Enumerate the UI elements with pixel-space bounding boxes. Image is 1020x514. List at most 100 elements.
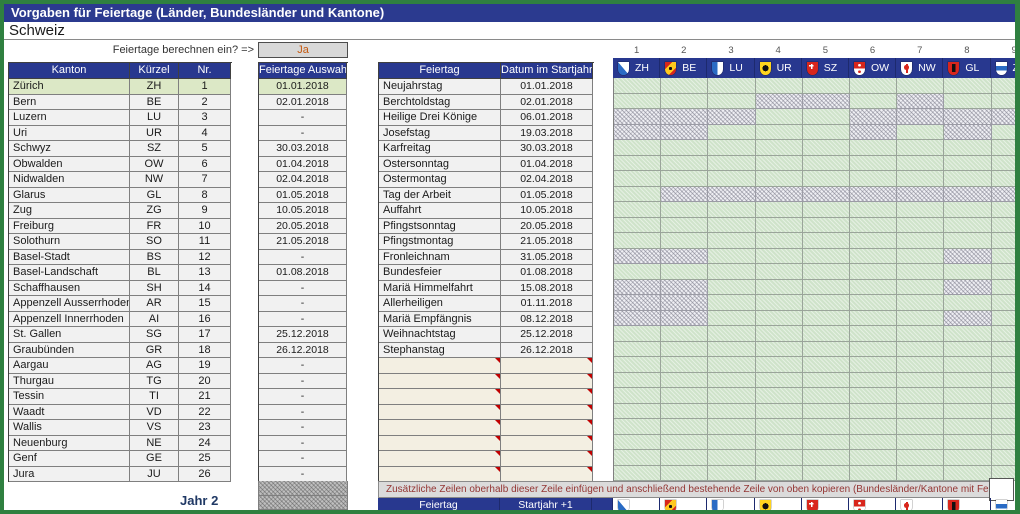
kanton-name-cell[interactable]: Glarus bbox=[9, 188, 130, 204]
grid-cell[interactable] bbox=[803, 78, 850, 94]
kanton-code-cell[interactable]: ZG bbox=[130, 203, 179, 219]
kanton-name-cell[interactable]: Jura bbox=[9, 467, 130, 483]
kanton-nr-cell[interactable]: 8 bbox=[179, 188, 231, 204]
grid-cell[interactable] bbox=[708, 202, 755, 218]
canton-header-cell-gl[interactable]: GL bbox=[943, 498, 990, 510]
grid-cell[interactable] bbox=[850, 466, 897, 482]
kanton-nr-cell[interactable]: 19 bbox=[179, 358, 231, 374]
grid-cell[interactable] bbox=[944, 466, 991, 482]
canton-header-cell-gl[interactable]: GL bbox=[943, 58, 990, 78]
feiertag-empty-name-cell[interactable] bbox=[379, 420, 501, 436]
feiertag-date-cell[interactable]: 08.12.2018 bbox=[501, 312, 593, 328]
grid-cell[interactable] bbox=[661, 156, 708, 172]
grid-cell[interactable] bbox=[850, 264, 897, 280]
grid-cell[interactable] bbox=[803, 140, 850, 156]
grid-cell[interactable] bbox=[897, 125, 944, 141]
grid-cell[interactable] bbox=[614, 78, 661, 94]
grid-cell[interactable] bbox=[850, 109, 897, 125]
grid-cell[interactable] bbox=[992, 342, 1016, 358]
grid-cell[interactable] bbox=[614, 435, 661, 451]
grid-cell[interactable] bbox=[661, 249, 708, 265]
grid-cell[interactable] bbox=[661, 233, 708, 249]
grid-cell[interactable] bbox=[944, 202, 991, 218]
auswahl-date-cell[interactable]: 30.03.2018 bbox=[259, 141, 347, 157]
feiertag-empty-date-cell[interactable] bbox=[501, 389, 593, 405]
kanton-code-cell[interactable]: LU bbox=[130, 110, 179, 126]
grid-cell[interactable] bbox=[614, 404, 661, 420]
feiertag-name-cell[interactable]: Josefstag bbox=[379, 126, 501, 142]
grid-cell[interactable] bbox=[708, 280, 755, 296]
grid-cell[interactable] bbox=[897, 171, 944, 187]
grid-cell[interactable] bbox=[756, 156, 803, 172]
kanton-code-cell[interactable]: BS bbox=[130, 250, 179, 266]
grid-cell[interactable] bbox=[992, 171, 1016, 187]
auswahl-date-cell[interactable]: 02.01.2018 bbox=[259, 95, 347, 111]
grid-cell[interactable] bbox=[850, 187, 897, 203]
grid-cell[interactable] bbox=[661, 450, 708, 466]
grid-cell[interactable] bbox=[850, 388, 897, 404]
grid-cell[interactable] bbox=[897, 404, 944, 420]
grid-cell[interactable] bbox=[992, 125, 1016, 141]
grid-cell[interactable] bbox=[992, 94, 1016, 110]
grid-cell[interactable] bbox=[756, 218, 803, 234]
grid-cell[interactable] bbox=[897, 342, 944, 358]
grid-cell[interactable] bbox=[992, 233, 1016, 249]
grid-cell[interactable] bbox=[850, 202, 897, 218]
kanton-nr-cell[interactable]: 15 bbox=[179, 296, 231, 312]
grid-cell[interactable] bbox=[756, 125, 803, 141]
feiertag-empty-name-cell[interactable] bbox=[379, 358, 501, 374]
feiertag-name-cell[interactable]: Karfreitag bbox=[379, 141, 501, 157]
grid-cell[interactable] bbox=[614, 171, 661, 187]
grid-cell[interactable] bbox=[708, 435, 755, 451]
feiertag-empty-name-cell[interactable] bbox=[379, 451, 501, 467]
grid-cell[interactable] bbox=[661, 419, 708, 435]
grid-cell[interactable] bbox=[708, 109, 755, 125]
grid-cell[interactable] bbox=[661, 466, 708, 482]
grid-cell[interactable] bbox=[614, 233, 661, 249]
grid-cell[interactable] bbox=[897, 218, 944, 234]
canton-header-cell-nw[interactable]: NW bbox=[896, 58, 943, 78]
grid-cell[interactable] bbox=[897, 373, 944, 389]
grid-cell[interactable] bbox=[803, 435, 850, 451]
kanton-nr-cell[interactable]: 13 bbox=[179, 265, 231, 281]
grid-cell[interactable] bbox=[944, 109, 991, 125]
kanton-code-cell[interactable]: JU bbox=[130, 467, 179, 483]
auswahl-date-cell[interactable]: 21.05.2018 bbox=[259, 234, 347, 250]
grid-cell[interactable] bbox=[850, 94, 897, 110]
kanton-code-cell[interactable]: NE bbox=[130, 436, 179, 452]
auswahl-date-cell[interactable]: - bbox=[259, 405, 347, 421]
grid-cell[interactable] bbox=[944, 419, 991, 435]
grid-cell[interactable] bbox=[756, 466, 803, 482]
grid-cell[interactable] bbox=[661, 218, 708, 234]
grid-cell[interactable] bbox=[803, 109, 850, 125]
feiertag-date-cell[interactable]: 10.05.2018 bbox=[501, 203, 593, 219]
grid-cell[interactable] bbox=[992, 357, 1016, 373]
canton-header-cell-ur[interactable]: UR bbox=[755, 58, 802, 78]
kanton-name-cell[interactable]: Wallis bbox=[9, 420, 130, 436]
kanton-nr-cell[interactable]: 16 bbox=[179, 312, 231, 328]
kanton-code-cell[interactable]: GR bbox=[130, 343, 179, 359]
canton-header-cell-zh[interactable]: ZH bbox=[613, 58, 660, 78]
feiertag-name-cell[interactable]: Bundesfeier bbox=[379, 265, 501, 281]
feiertag-name-cell[interactable]: Ostersonntag bbox=[379, 157, 501, 173]
grid-cell[interactable] bbox=[992, 218, 1016, 234]
auswahl-date-cell[interactable]: 02.04.2018 bbox=[259, 172, 347, 188]
canton-header-cell-ow[interactable]: OW bbox=[849, 58, 896, 78]
canton-header-cell-be[interactable]: BE bbox=[660, 58, 707, 78]
grid-cell[interactable] bbox=[708, 342, 755, 358]
grid-cell[interactable] bbox=[756, 78, 803, 94]
grid-cell[interactable] bbox=[756, 404, 803, 420]
kanton-name-cell[interactable]: Graubünden bbox=[9, 343, 130, 359]
grid-cell[interactable] bbox=[614, 125, 661, 141]
kanton-nr-cell[interactable]: 2 bbox=[179, 95, 231, 111]
grid-cell[interactable] bbox=[897, 249, 944, 265]
grid-cell[interactable] bbox=[614, 249, 661, 265]
auswahl-date-cell[interactable]: - bbox=[259, 312, 347, 328]
canton-header-cell-sz[interactable]: SZ bbox=[802, 58, 849, 78]
feiertag-empty-date-cell[interactable] bbox=[501, 467, 593, 483]
grid-cell[interactable] bbox=[944, 94, 991, 110]
auswahl-date-cell[interactable]: 01.08.2018 bbox=[259, 265, 347, 281]
grid-cell[interactable] bbox=[708, 264, 755, 280]
grid-cell[interactable] bbox=[708, 357, 755, 373]
feiertag-name-cell[interactable]: Ostermontag bbox=[379, 172, 501, 188]
